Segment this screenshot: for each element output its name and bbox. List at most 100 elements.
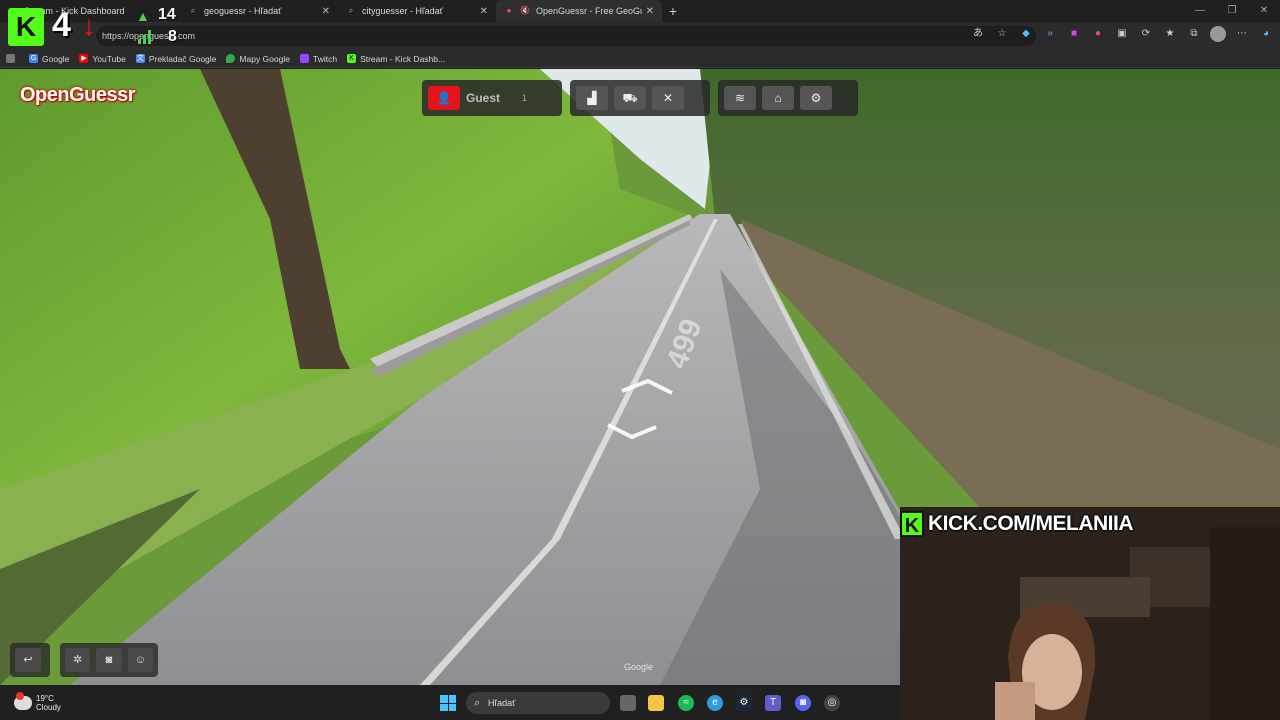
google-icon: G	[29, 54, 38, 63]
bookmark-google[interactable]: G Google	[29, 54, 69, 64]
user-icon: 👤	[436, 91, 452, 105]
folder-icon	[6, 54, 15, 63]
bookmark-kick-dashboard[interactable]: K Stream - Kick Dashb...	[347, 54, 445, 64]
tab-title: geoguessr - Hľadať	[204, 6, 282, 16]
translate-icon: 文	[135, 54, 145, 63]
google-watermark: Google	[624, 662, 654, 672]
report-bug-button[interactable]: ✲	[65, 648, 91, 672]
discord-icon[interactable]: ◙	[795, 695, 811, 711]
file-explorer-icon[interactable]	[648, 695, 664, 711]
windows-logo-tile	[448, 703, 456, 711]
discord-icon: ◙	[105, 654, 113, 666]
weather-widget[interactable]: 19°C Cloudy	[14, 692, 61, 712]
return-icon: ↩	[23, 654, 33, 666]
spotify-icon[interactable]: ≈	[678, 695, 694, 711]
maps-icon	[226, 54, 236, 63]
podium-icon: ▟	[587, 91, 597, 105]
settings-toolbar: ≋ ⌂ ⚙	[718, 80, 858, 116]
signal-bars-icon	[138, 30, 152, 44]
kick-logo: K	[900, 511, 924, 537]
bookmark-label: Twitch	[312, 53, 338, 64]
viewers-up-icon: ▲	[136, 8, 150, 24]
settings-button[interactable]: ⚙	[800, 86, 832, 110]
search-icon: ⌕	[348, 6, 354, 15]
tab-title: cityguesser - Hľadať	[362, 6, 444, 16]
avatar[interactable]	[1210, 26, 1226, 42]
weather-condition: Cloudy	[36, 703, 61, 712]
tab-title: OpenGuessr - Free GeoGuessr	[536, 6, 642, 16]
return-to-start-button[interactable]: ↩	[15, 648, 41, 672]
cloud-icon	[14, 692, 32, 710]
extension-icon[interactable]: ▣	[1114, 26, 1130, 42]
windows-logo-tile	[448, 695, 456, 703]
task-view-icon[interactable]	[620, 695, 636, 711]
obs-icon[interactable]: ◎	[824, 695, 840, 711]
kick-stats-overlay: K 4 ↓ ▲ 14 8	[0, 0, 188, 52]
opera-icon: ●	[506, 6, 512, 15]
player-name: Guest	[466, 91, 501, 105]
edge-icon[interactable]: e	[707, 695, 723, 711]
extension-icon[interactable]: ◆	[1018, 26, 1034, 42]
multiplayer-button[interactable]: ⛟	[614, 86, 646, 110]
favorite-star-icon[interactable]: ☆	[994, 26, 1010, 42]
bookmark-folder-icon[interactable]	[6, 54, 19, 63]
extension-icon[interactable]: »	[1042, 26, 1058, 42]
start-button[interactable]	[440, 695, 456, 711]
bookmark-translate[interactable]: 文 Prekladač Google	[135, 53, 217, 64]
tab-openguessr[interactable]: ● 🔇 OpenGuessr - Free GeoGuessr ✕	[496, 0, 662, 22]
new-tab-button[interactable]: +	[662, 3, 684, 19]
restore-icon[interactable]: ❐	[1216, 0, 1248, 22]
bookmark-label: YouTube	[92, 53, 126, 64]
extension-icon[interactable]: ●	[1090, 26, 1106, 42]
layers-icon: ≋	[734, 91, 746, 105]
bookmark-label: Google	[42, 53, 70, 64]
close-window-icon[interactable]: ✕	[1248, 0, 1280, 22]
kick-icon: K	[347, 54, 357, 63]
close-icon[interactable]: ✕	[322, 6, 330, 17]
bookmark-twitch[interactable]: Twitch	[299, 53, 338, 64]
close-icon[interactable]: ✕	[480, 6, 488, 17]
refresh-icon[interactable]: ⟳	[1138, 26, 1154, 42]
bookmark-youtube[interactable]: ▶ YouTube	[79, 53, 126, 64]
player-count: 1	[522, 93, 528, 103]
follower-count: 4	[52, 6, 71, 44]
extension-icon[interactable]: ■	[1066, 26, 1082, 42]
close-icon[interactable]: ✕	[646, 6, 654, 17]
arrow-down-icon: ↓	[82, 10, 96, 41]
tab-geoguessr-search[interactable]: ⌕ geoguessr - Hľadať ✕	[180, 0, 338, 22]
taskbar-search-input[interactable]: Hľadať	[466, 692, 610, 714]
minimize-icon[interactable]: —	[1184, 0, 1216, 22]
bookmark-maps[interactable]: Mapy Google	[226, 54, 290, 64]
gear-icon: ⚙	[810, 91, 822, 105]
reddit-button[interactable]: ☺	[127, 648, 153, 672]
weather-temperature: 19°C	[36, 694, 54, 703]
collections-icon[interactable]: ⧉	[1186, 26, 1202, 42]
tab-cityguesser-search[interactable]: ⌕ cityguesser - Hľadať ✕	[338, 0, 496, 22]
steam-icon[interactable]: ⚙	[736, 695, 752, 711]
battle-button[interactable]: ✕	[652, 86, 684, 110]
discord-button[interactable]: ◙	[96, 648, 122, 672]
read-aloud-icon[interactable]: あ	[970, 26, 986, 42]
twitch-icon	[299, 54, 309, 63]
windows-logo-tile	[440, 703, 448, 711]
player-button[interactable]: 👤	[428, 86, 460, 110]
windows-logo-tile	[440, 695, 448, 703]
openguessr-logo: OpenGuessr	[20, 84, 136, 106]
favorites-icon[interactable]: ★	[1162, 26, 1178, 42]
bookmark-label: Prekladač Google	[148, 53, 217, 64]
address-bar-row: https://openguessr.com あ ☆ ◆ » ■ ● ▣ ⟳ ★…	[0, 22, 1280, 50]
window-controls: — ❐ ✕	[1184, 0, 1280, 22]
search-icon: ⌕	[474, 697, 481, 709]
more-icon[interactable]: ⋯	[1234, 26, 1250, 42]
secondary-count: 8	[168, 28, 177, 45]
leaderboard-button[interactable]: ▟	[576, 86, 608, 110]
mute-icon[interactable]: 🔇	[520, 6, 530, 16]
player-panel: 👤 Guest 1	[422, 80, 562, 116]
bookmark-label: Stream - Kick Dashb...	[360, 53, 446, 64]
graduation-cap-icon: ⌂	[774, 91, 782, 105]
learn-button[interactable]: ⌂	[762, 86, 794, 110]
layers-button[interactable]: ≋	[724, 86, 756, 110]
url-field[interactable]: https://openguessr.com	[96, 26, 1036, 46]
teams-icon[interactable]: T	[765, 695, 781, 711]
copilot-icon[interactable]: ◕	[1258, 26, 1274, 42]
